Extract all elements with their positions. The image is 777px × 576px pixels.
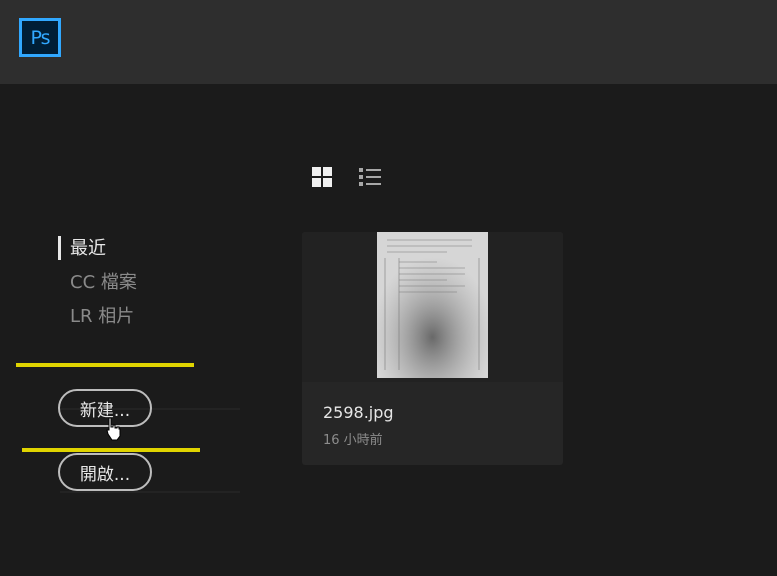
sidebar-item-cc-files[interactable]: CC 檔案 (58, 270, 137, 304)
list-view-icon[interactable] (359, 167, 381, 187)
mouse-cursor-icon (106, 417, 121, 441)
photoshop-logo: Ps (19, 18, 61, 57)
grid-view-icon[interactable] (312, 167, 332, 187)
sidebar-nav: 最近 CC 檔案 LR 相片 (58, 236, 137, 338)
file-name: 2598.jpg (323, 403, 394, 422)
highlight-line-top (16, 363, 194, 367)
app-header: Ps (0, 0, 777, 84)
divider (60, 491, 240, 493)
document-thumbnail (377, 232, 488, 378)
file-timestamp: 16 小時前 (323, 433, 383, 448)
recent-file-card[interactable]: 2598.jpg 16 小時前 (302, 232, 563, 465)
file-thumbnail-area (302, 232, 563, 382)
open-button[interactable]: 開啟... (58, 453, 152, 491)
highlight-line-bottom (22, 448, 200, 452)
sidebar-item-lr-photos[interactable]: LR 相片 (58, 304, 137, 338)
sidebar-item-recent[interactable]: 最近 (58, 236, 137, 270)
